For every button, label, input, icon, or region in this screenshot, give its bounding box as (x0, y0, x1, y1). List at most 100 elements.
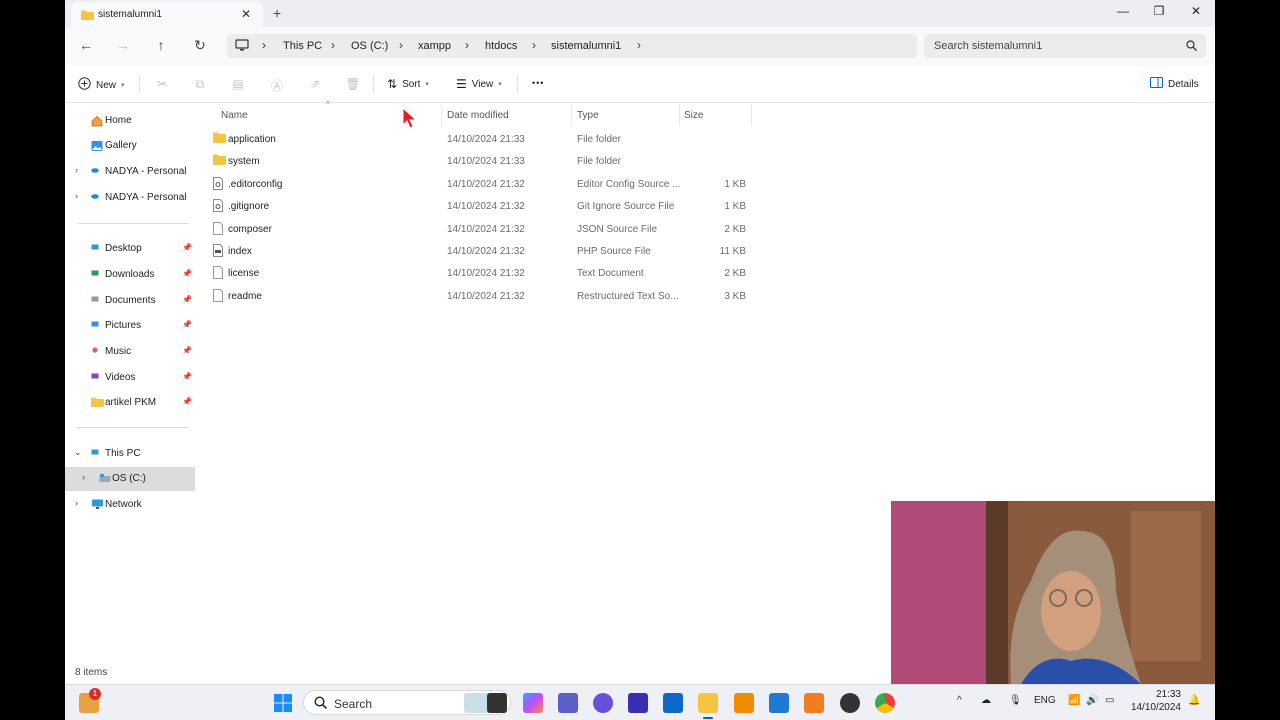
sidebar-item-gallery[interactable]: Gallery (65, 134, 195, 158)
up-arrow-icon[interactable]: ↑ (151, 37, 171, 53)
sidebar-item-downloads[interactable]: Downloads 📌 (65, 263, 195, 287)
teams-icon[interactable] (558, 693, 578, 713)
breadcrumb-os-c[interactable]: OS (C:) (351, 40, 388, 52)
file-row[interactable]: system 14/10/2024 21:33 File folder (200, 150, 760, 172)
sidebar-item-videos[interactable]: Videos 📌 (65, 366, 195, 390)
column-divider[interactable] (441, 104, 442, 126)
downloads-icon (91, 268, 99, 279)
onedrive-icon (91, 165, 99, 176)
address-bar[interactable]: › This PC › OS (C:) › xampp › htdocs › s… (227, 34, 917, 58)
maximize-button[interactable]: ❐ (1149, 4, 1169, 18)
chevron-right-icon[interactable]: › (637, 38, 641, 52)
vscode-icon[interactable] (769, 693, 789, 713)
copilot-icon[interactable] (523, 693, 543, 713)
volume-icon[interactable]: 🔊 (1086, 695, 1098, 706)
clock[interactable]: 21:33 14/10/2024 (1127, 688, 1181, 714)
sidebar-item-documents[interactable]: Documents 📌 (65, 289, 195, 313)
file-row[interactable]: application 14/10/2024 21:33 File folder (200, 128, 760, 150)
chevron-right-icon[interactable]: › (75, 165, 78, 175)
file-date-modified: 14/10/2024 21:33 (447, 156, 525, 168)
file-name: application (228, 134, 276, 145)
column-header-name[interactable]: Name (221, 110, 248, 121)
app-icon[interactable] (593, 693, 613, 713)
close-window-button[interactable]: ✕ (1186, 4, 1206, 18)
app-icon[interactable] (628, 693, 648, 713)
monitor-icon (235, 39, 249, 55)
chevron-down-icon[interactable]: ⌄ (74, 447, 82, 458)
folder-icon (81, 10, 94, 23)
windows-start-icon[interactable] (273, 693, 293, 713)
taskbar-search-input[interactable]: Search (303, 690, 511, 715)
microphone-icon[interactable]: 🎙 (1009, 695, 1022, 706)
file-row[interactable]: .editorconfig 14/10/2024 21:32 Editor Conf… (200, 173, 760, 195)
delete-icon[interactable]: 🗑 (345, 77, 361, 91)
chevron-right-icon[interactable]: › (75, 498, 78, 508)
cut-icon[interactable]: ✂ (154, 77, 170, 91)
close-tab-icon[interactable]: ✕ (241, 7, 251, 21)
app-icon[interactable] (840, 693, 860, 713)
task-view-icon[interactable] (487, 693, 507, 713)
view-button[interactable]: ☰ View ▾ (456, 77, 502, 91)
breadcrumb-this-pc[interactable]: This PC (283, 40, 322, 52)
pin-icon: 📌 (182, 295, 192, 304)
details-button[interactable]: Details (1150, 77, 1199, 91)
sidebar-item-music[interactable]: Music 📌 (65, 340, 195, 364)
tab-sistemalumni1[interactable]: sistemalumni1 ✕ (71, 2, 263, 27)
paste-icon[interactable]: ▤ (230, 77, 246, 91)
sort-button[interactable]: ⇅ Sort ▾ (387, 77, 429, 91)
sidebar-item-this-pc[interactable]: ⌄ This PC (65, 442, 195, 466)
column-divider[interactable] (679, 104, 680, 126)
column-divider[interactable] (751, 104, 752, 126)
sidebar-item-desktop[interactable]: Desktop 📌 (65, 237, 195, 261)
sidebar-item-home[interactable]: Home (65, 109, 195, 133)
minimize-button[interactable]: — (1113, 4, 1133, 18)
sidebar-item-os-c[interactable]: › OS (C:) (65, 467, 195, 491)
column-header-type[interactable]: Type (577, 110, 599, 121)
more-options-button[interactable]: ••• (532, 78, 544, 88)
sidebar-item-onedrive-1[interactable]: › NADYA - Personal (65, 160, 195, 184)
sidebar-item-artikel-pkm[interactable]: artikel PKM 📌 (65, 391, 195, 415)
column-header-date[interactable]: Date modified (447, 110, 509, 121)
onedrive-tray-icon[interactable]: ☁ (981, 695, 991, 706)
file-row[interactable]: index 14/10/2024 21:32 PHP Source File 11 K… (200, 240, 760, 262)
microsoft-store-icon[interactable] (663, 693, 683, 713)
chevron-right-icon[interactable]: › (82, 472, 85, 482)
search-input[interactable]: Search sistemalumni1 (924, 34, 1206, 58)
divider (373, 75, 374, 93)
chevron-right-icon[interactable]: › (75, 191, 78, 201)
file-row[interactable]: composer 14/10/2024 21:32 JSON Source File… (200, 218, 760, 240)
rename-icon[interactable]: Ⓐ (269, 77, 285, 94)
notification-bell-icon[interactable]: 🔔 (1188, 695, 1200, 706)
pin-icon: 📌 (182, 346, 192, 355)
breadcrumb-htdocs[interactable]: htdocs (485, 40, 517, 52)
language-indicator[interactable]: ENG (1034, 695, 1056, 706)
forward-arrow-icon[interactable]: → (113, 37, 133, 53)
webcam-overlay (891, 501, 1215, 684)
sidebar-item-network[interactable]: › Network (65, 493, 195, 517)
xampp-icon[interactable] (804, 693, 824, 713)
refresh-icon[interactable]: ↻ (190, 37, 210, 54)
column-header-size[interactable]: Size (684, 110, 703, 121)
file-row[interactable]: license 14/10/2024 21:32 Text Document 2 KB (200, 262, 760, 284)
back-arrow-icon[interactable]: ← (76, 37, 96, 53)
battery-icon[interactable]: ▭ (1105, 695, 1114, 706)
sidebar-item-onedrive-2[interactable]: › NADYA - Personal (65, 186, 195, 210)
breadcrumb-sistemalumni1[interactable]: sistemalumni1 (551, 40, 621, 52)
copy-icon[interactable]: ⧉ (192, 77, 208, 92)
new-tab-button[interactable]: + (273, 5, 281, 21)
file-explorer-icon[interactable] (698, 693, 718, 713)
file-type: Editor Config Source ... (577, 178, 681, 190)
chrome-icon[interactable] (875, 693, 895, 713)
column-divider[interactable] (571, 104, 572, 126)
wifi-icon[interactable]: 📶 (1068, 695, 1080, 706)
sidebar-item-pictures[interactable]: Pictures 📌 (65, 314, 195, 338)
divider (139, 75, 140, 93)
sublime-text-icon[interactable] (734, 693, 754, 713)
breadcrumb-xampp[interactable]: xampp (418, 40, 451, 52)
file-row[interactable]: .gitignore 14/10/2024 21:32 Git Ignore Sou… (200, 195, 760, 217)
new-button[interactable]: New ▾ (78, 77, 125, 93)
sidebar-item-label: This PC (105, 448, 141, 459)
share-icon[interactable]: ⇗ (307, 77, 323, 91)
chevron-up-icon[interactable]: ^ (957, 695, 962, 706)
file-row[interactable]: readme 14/10/2024 21:32 Restructured Text … (200, 285, 760, 307)
